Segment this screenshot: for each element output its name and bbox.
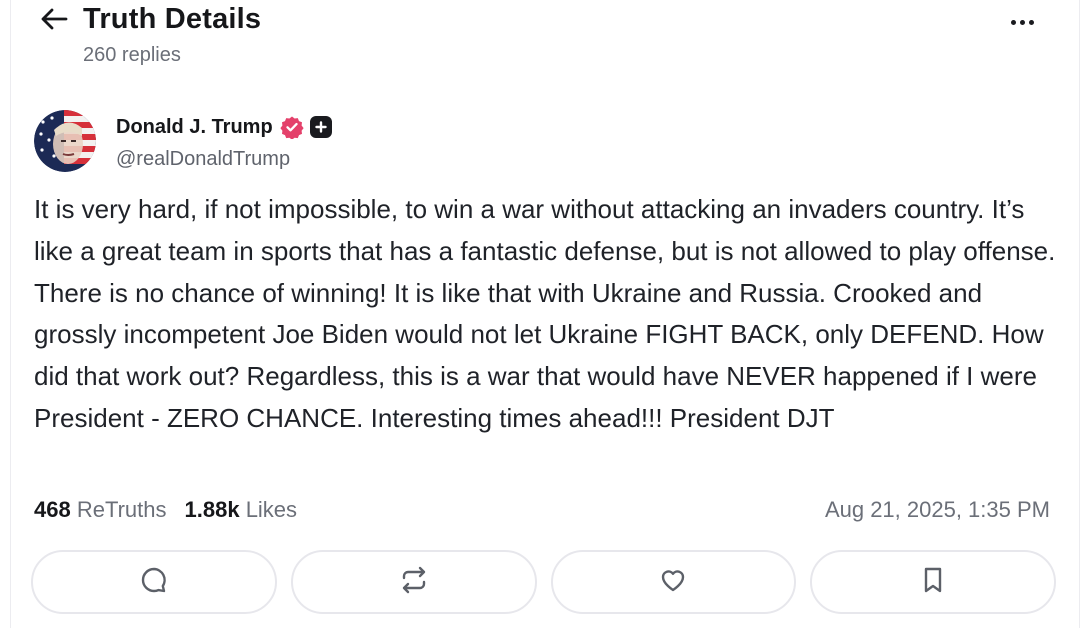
- author-handle[interactable]: @realDonaldTrump: [116, 148, 290, 171]
- reply-button[interactable]: [31, 550, 277, 614]
- page-title: Truth Details: [83, 3, 262, 35]
- back-button[interactable]: [39, 8, 69, 34]
- post-detail-panel: Truth Details 260 replies Donald J. Trum…: [10, 0, 1080, 628]
- avatar[interactable]: [34, 110, 96, 172]
- reply-count: 260 replies: [83, 44, 181, 66]
- repost-icon: [399, 565, 429, 600]
- likes-stat[interactable]: 1.88k Likes: [185, 497, 298, 523]
- comment-icon: [139, 565, 169, 600]
- author-name[interactable]: Donald J. Trump: [116, 115, 332, 139]
- bookmark-icon: [918, 565, 948, 600]
- page-header: Truth Details 260 replies: [11, 0, 1079, 90]
- action-bar: [31, 550, 1056, 614]
- likes-count: 1.88k: [184, 497, 240, 522]
- bookmark-button[interactable]: [810, 550, 1056, 614]
- post-stats: 468 ReTruths 1.88k Likes: [34, 497, 297, 523]
- retruths-label: ReTruths: [76, 497, 167, 522]
- heart-icon: [658, 565, 688, 600]
- retruths-stat[interactable]: 468 ReTruths: [34, 497, 167, 523]
- plus-badge-icon: [309, 116, 332, 138]
- more-horizontal-icon: [1010, 19, 1016, 25]
- retruths-count: 468: [34, 497, 71, 522]
- like-button[interactable]: [550, 550, 797, 614]
- post-timestamp: Aug 21, 2025, 1:35 PM: [824, 497, 1050, 522]
- likes-label: Likes: [245, 497, 298, 522]
- arrow-left-icon: [40, 8, 68, 35]
- author-name-text: Donald J. Trump: [116, 115, 273, 138]
- post-text: It is very hard, if not impossible, to w…: [34, 194, 1063, 433]
- retruth-button[interactable]: [290, 550, 537, 614]
- more-options-button[interactable]: [1005, 8, 1039, 36]
- verified-badge-icon: [280, 115, 304, 139]
